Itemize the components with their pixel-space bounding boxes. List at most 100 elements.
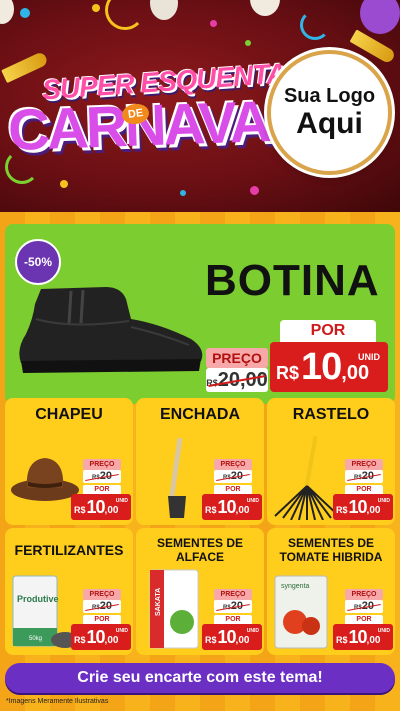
new-price: R$ 10,00 UNID <box>202 624 262 650</box>
title-carnaval: CARNAVAL <box>6 87 302 164</box>
old-price: R$20 <box>214 600 252 613</box>
price-decimal: ,00 <box>235 635 250 646</box>
logo-placeholder[interactable]: Sua Logo Aqui <box>267 50 392 175</box>
featured-product-card[interactable]: -50% BOTINA POR PREÇO R$20,00 R$ 10 ,00 … <box>5 224 395 404</box>
confetti-decoration <box>92 4 100 12</box>
create-flyer-button[interactable]: Crie seu encarte com este tema! <box>5 663 395 693</box>
confetti-decoration <box>245 40 251 46</box>
product-name: CHAPEU <box>35 406 103 423</box>
featured-price-tag: POR PREÇO R$20,00 R$ 10 ,00 UNID <box>200 320 390 392</box>
unit-label: UNID <box>115 498 128 504</box>
product-name: RASTELO <box>292 406 370 423</box>
old-currency: R$ <box>354 475 362 481</box>
currency: R$ <box>336 635 348 645</box>
old-price: R$20 <box>345 470 383 483</box>
logo-text-line2: Aqui <box>296 107 363 140</box>
unit-label: UNID <box>246 628 259 634</box>
confetti-decoration <box>20 8 30 18</box>
price-decimal: ,00 <box>104 505 119 516</box>
new-price: R$ 10,00 UNID <box>333 494 393 520</box>
balloon-decoration <box>360 0 400 34</box>
price-integer: 10 <box>348 627 368 647</box>
por-label: POR <box>280 320 376 342</box>
price-decimal: ,00 <box>104 635 119 646</box>
footnote-text: *Imagens Meramente Ilustrativas <box>6 698 109 705</box>
product-card-rastelo[interactable]: RASTELO PREÇO R$20 POR R$ 10,00 UNID <box>267 398 395 525</box>
old-price-value: 20 <box>230 470 243 482</box>
product-card-enchada[interactable]: ENCHADA PREÇO R$20 POR R$ 10,00 UNID <box>136 398 264 525</box>
balloon-decoration <box>150 0 178 20</box>
fertilizer-weight-text: 50kg <box>29 636 42 642</box>
old-currency: R$ <box>354 605 362 611</box>
product-price-tag: PREÇO R$20 POR R$ 10,00 UNID <box>333 589 393 651</box>
product-card-sementes-alface[interactable]: SEMENTES DE ALFACE SAKATA PREÇO R$20 POR R$… <box>136 528 264 655</box>
currency: R$ <box>74 635 86 645</box>
streamer-decoration <box>105 0 145 30</box>
new-price: R$ 10,00 UNID <box>202 494 262 520</box>
preco-label: PREÇO <box>83 589 121 600</box>
boot-image <box>19 287 203 373</box>
fertilizer-brand-text: Produtive <box>17 594 59 604</box>
confetti-decoration <box>210 20 217 27</box>
discount-badge: -50% <box>15 239 61 285</box>
unit-label: UNID <box>377 628 390 634</box>
old-price-value: 20 <box>99 600 112 612</box>
balloon-decoration <box>0 0 14 24</box>
currency: R$ <box>205 635 217 645</box>
currency: R$ <box>205 505 217 515</box>
price-integer: 10 <box>86 497 106 517</box>
header-banner: SUPER ESQUENTA CARNAVAL DE Sua Logo Aqui <box>0 0 400 212</box>
new-price: R$ 10 ,00 UNID <box>270 342 388 392</box>
product-price-tag: PREÇO R$20 POR R$ 10,00 UNID <box>202 589 262 651</box>
price-decimal: ,00 <box>235 505 250 516</box>
old-price-value: 20 <box>230 600 243 612</box>
old-price: R$20,00 <box>206 368 268 392</box>
price-decimal: ,00 <box>366 635 381 646</box>
unit-label: UNID <box>246 498 259 504</box>
price-integer: 10 <box>217 627 237 647</box>
currency: R$ <box>74 505 86 515</box>
preco-label: PREÇO <box>345 459 383 470</box>
price-decimal: ,00 <box>366 505 381 516</box>
product-card-chapeu[interactable]: CHAPEU PREÇO R$20 POR R$ 10,00 UNID <box>5 398 133 525</box>
preco-label: PREÇO <box>83 459 121 470</box>
unit-label: UNID <box>377 498 390 504</box>
preco-label: PREÇO <box>214 459 252 470</box>
product-name: FERTILIZANTES <box>14 542 124 558</box>
preco-label: PREÇO <box>345 589 383 600</box>
unit-label: UNID <box>358 352 380 362</box>
price-integer: 10 <box>301 346 342 388</box>
product-price-tag: PREÇO R$20 POR R$ 10,00 UNID <box>71 459 131 521</box>
currency: R$ <box>276 363 300 383</box>
balloon-decoration <box>250 0 280 16</box>
product-price-tag: PREÇO R$20 POR R$ 10,00 UNID <box>333 459 393 521</box>
confetti-decoration <box>180 190 186 196</box>
product-name: ENCHADA <box>160 406 240 423</box>
old-price-value: 20 <box>361 470 374 482</box>
old-currency: R$ <box>92 605 100 611</box>
seed-brand-text: syngenta <box>281 583 310 590</box>
new-price: R$ 10,00 UNID <box>333 624 393 650</box>
old-price: R$20 <box>214 470 252 483</box>
product-price-tag: PREÇO R$20 POR R$ 10,00 UNID <box>71 589 131 651</box>
confetti-decoration <box>60 180 68 188</box>
price-decimal: ,00 <box>341 362 370 384</box>
unit-label: UNID <box>115 628 128 634</box>
product-price-tag: PREÇO R$20 POR R$ 10,00 UNID <box>202 459 262 521</box>
product-card-fertilizantes[interactable]: FERTILIZANTES Produtive 50kg PREÇO R$20 PO… <box>5 528 133 655</box>
preco-label: PREÇO <box>206 348 268 368</box>
old-price-value: 20,00 <box>217 369 268 391</box>
old-currency: R$ <box>223 605 231 611</box>
price-integer: 10 <box>86 627 106 647</box>
product-name: SEMENTES DE TOMATE HIBRIDA <box>279 536 383 564</box>
product-card-sementes-tomate[interactable]: SEMENTES DE TOMATE HIBRIDA syngenta PREÇ… <box>267 528 395 655</box>
old-price: R$20 <box>345 600 383 613</box>
old-price: R$20 <box>83 470 121 483</box>
logo-text-line1: Sua Logo <box>283 85 376 107</box>
price-integer: 10 <box>217 497 237 517</box>
product-name: SEMENTES DE ALFACE <box>156 536 243 564</box>
new-price: R$ 10,00 UNID <box>71 624 131 650</box>
old-currency: R$ <box>223 475 231 481</box>
streamer-decoration <box>300 10 330 40</box>
old-price: R$20 <box>83 600 121 613</box>
